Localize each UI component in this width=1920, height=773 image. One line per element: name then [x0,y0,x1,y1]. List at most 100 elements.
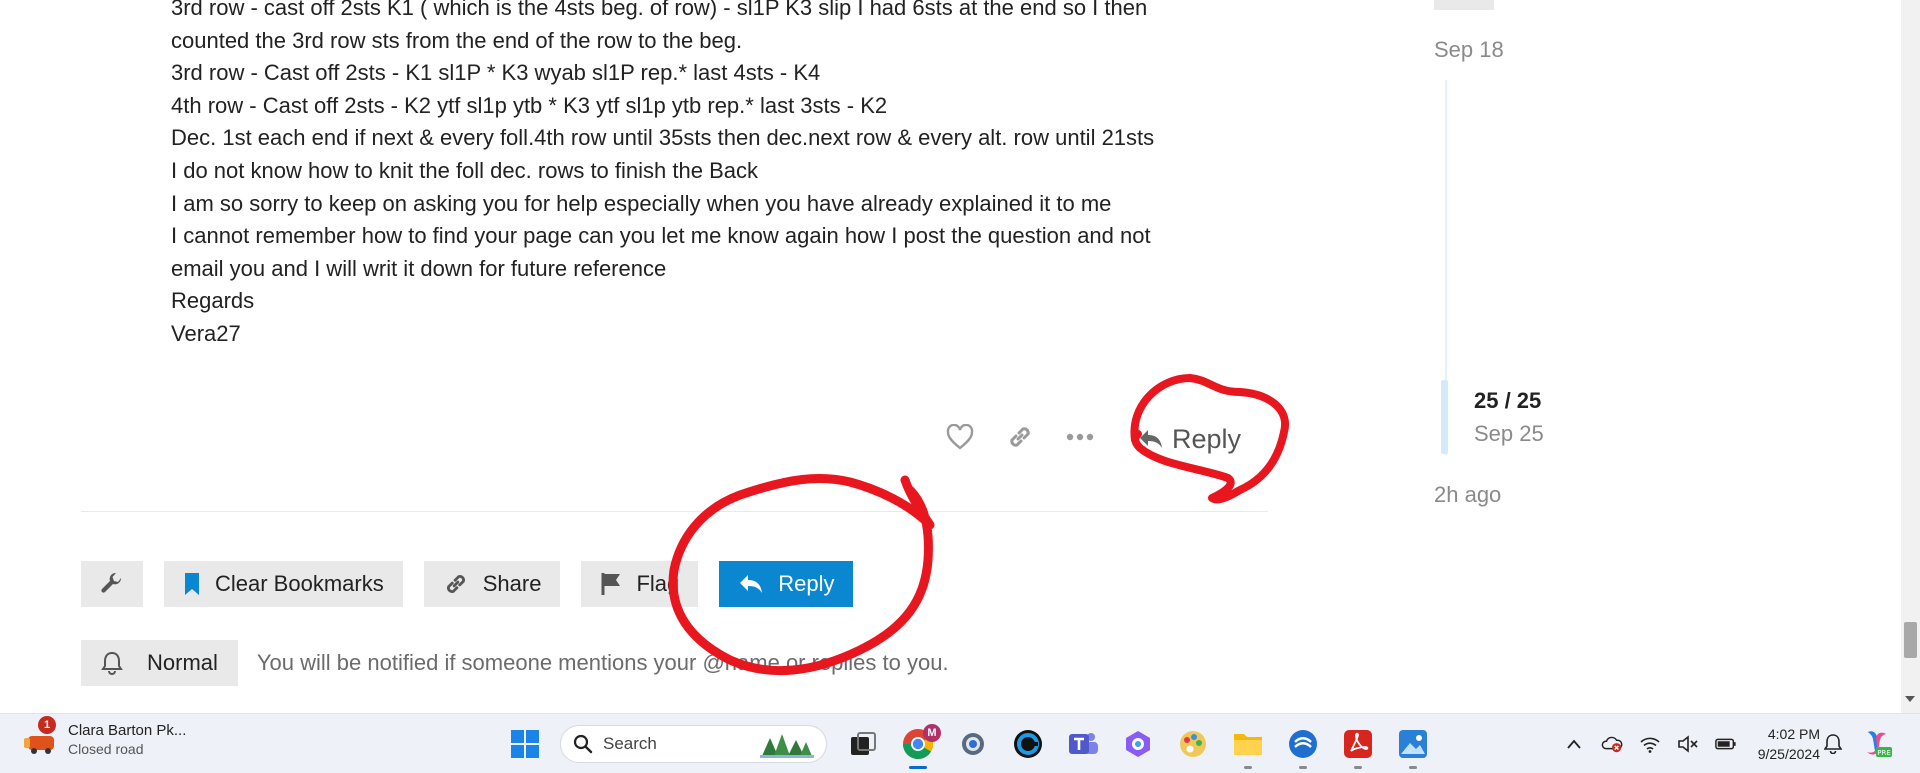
running-indicator [1353,766,1362,769]
post-line: I am so sorry to keep on asking you for … [171,190,1112,216]
post-line: Vera27 [171,320,241,346]
timeline-position: 25 / 25 [1474,388,1542,413]
flag-button[interactable]: Flag [581,561,699,607]
acrobat-app[interactable] [1330,722,1385,769]
timeline-current-date: Sep 25 [1474,421,1544,446]
link-icon [446,575,465,593]
flag-icon [601,573,621,595]
copilot-app-icon [1125,731,1150,757]
system-clock[interactable]: 4:02 PM 9/25/2024 [1738,724,1820,764]
flag-label: Flag [636,571,680,596]
clear-bookmarks-button[interactable]: Clear Bookmarks [164,561,403,607]
wifi-icon [1640,737,1660,753]
show-hidden-icons-button[interactable] [1563,729,1585,759]
running-indicator [1243,766,1252,769]
photos-app[interactable] [1385,722,1440,769]
scroll-down-arrow[interactable] [1905,696,1915,702]
post-line: email you and I will writ it down for fu… [171,255,667,281]
acrobat-icon [1343,730,1372,758]
admin-tools-button[interactable] [81,561,143,607]
post-divider [81,511,1268,512]
timeline-top-block[interactable] [1434,0,1494,10]
like-button[interactable] [930,412,990,462]
reply-label: Reply [778,571,835,596]
bell-icon [1823,734,1843,755]
paint-app[interactable] [1165,722,1220,766]
teams-icon [1068,733,1098,754]
post-reply-button[interactable]: Reply [1138,415,1241,463]
gear-icon [961,733,984,755]
paint-icon [1179,731,1206,757]
share-label: Share [482,571,542,596]
battery-status[interactable] [1715,729,1737,759]
weather-text: Clara Barton Pk... Closed road [68,722,186,758]
reply-arrow-icon [1140,430,1162,448]
weather-widget[interactable]: 1 Clara Barton Pk... Closed road [22,716,186,758]
active-indicator [908,766,927,769]
weather-title: Clara Barton Pk... [68,722,187,739]
timeline-start-date[interactable]: Sep 18 [1434,37,1504,63]
timeline-last-activity[interactable]: 2h ago [1434,482,1501,508]
post-line: Regards [171,288,255,314]
notification-row: Normal You will be notified if someone m… [81,640,949,686]
windows-taskbar: 1 Clara Barton Pk... Closed road Search [0,713,1920,773]
copy-link-button[interactable] [990,412,1050,462]
post-line: 3rd row - cast off 2sts K1 ( which is th… [171,0,1148,20]
notification-center-button[interactable] [1823,734,1843,759]
post-line: I do not know how to knit the foll dec. … [171,157,758,183]
post-body: 3rd row - cast off 2sts K1 ( which is th… [171,0,1251,351]
file-explorer-app[interactable] [1220,722,1275,769]
taskbar-search-box[interactable]: Search [560,725,827,763]
running-indicator [1298,766,1307,769]
reply-button[interactable]: Reply [719,561,854,607]
copilot-button[interactable]: PRE [1862,728,1892,758]
settings-app[interactable] [945,722,1000,766]
cloud-error-icon [1601,736,1623,753]
task-view-button[interactable] [835,722,890,766]
chrome-profile-badge: M [923,724,941,742]
clock-time: 4:02 PM [1767,726,1820,742]
dictionary-icon [1288,730,1317,758]
start-button[interactable] [497,722,552,766]
app-icon [1013,730,1042,758]
clock-date: 9/25/2024 [1757,746,1820,762]
running-indicator [1408,766,1417,769]
wrench-icon [101,572,122,593]
dictionary-app[interactable] [1275,722,1330,769]
onedrive-status[interactable] [1601,729,1623,759]
page-scrollbar[interactable] [1901,0,1920,713]
folder-icon [1233,734,1262,755]
post-line: Dec. 1st each end if next & every foll.4… [171,125,1155,151]
weather-subtitle: Closed road [68,741,144,757]
search-icon [573,734,593,754]
notification-level-label: Normal [147,650,218,675]
ellipsis-icon [1066,433,1094,441]
teams-app[interactable] [1055,722,1110,766]
topic-page: 3rd row - cast off 2sts K1 ( which is th… [0,0,1920,713]
timeline-scroll-handle[interactable] [1441,380,1448,454]
post-actions [930,412,1110,462]
notification-level-button[interactable]: Normal [81,640,238,686]
task-view-icon [850,732,876,755]
weather-alert-badge: 1 [38,716,56,734]
more-actions-button[interactable] [1050,412,1110,462]
wifi-status[interactable] [1639,729,1661,759]
search-highlight-image-icon [760,734,814,758]
scrollbar-thumb[interactable] [1904,622,1917,658]
bell-icon [101,651,123,675]
post-line: 3rd row - Cast off 2sts - K1 sl1P * K3 w… [171,60,821,86]
clear-bookmarks-label: Clear Bookmarks [215,571,384,596]
notification-description: You will be notified if someone mentions… [256,650,949,675]
post-line: 4th row - Cast off 2sts - K2 ytf sl1p yt… [171,92,888,118]
circle-app[interactable] [1000,722,1055,766]
post-reply-label: Reply [1172,423,1242,454]
share-button[interactable]: Share [423,561,561,607]
topic-footer-buttons: Clear Bookmarks Share Flag Reply [81,561,854,607]
copilot-icon: PRE [1867,731,1892,757]
photos-icon [1398,730,1427,758]
bookmark-icon [185,573,199,595]
reply-arrow-icon [740,575,763,593]
copilot-app[interactable] [1110,722,1165,766]
volume-status[interactable] [1677,729,1699,759]
chrome-app[interactable]: M [890,722,945,769]
